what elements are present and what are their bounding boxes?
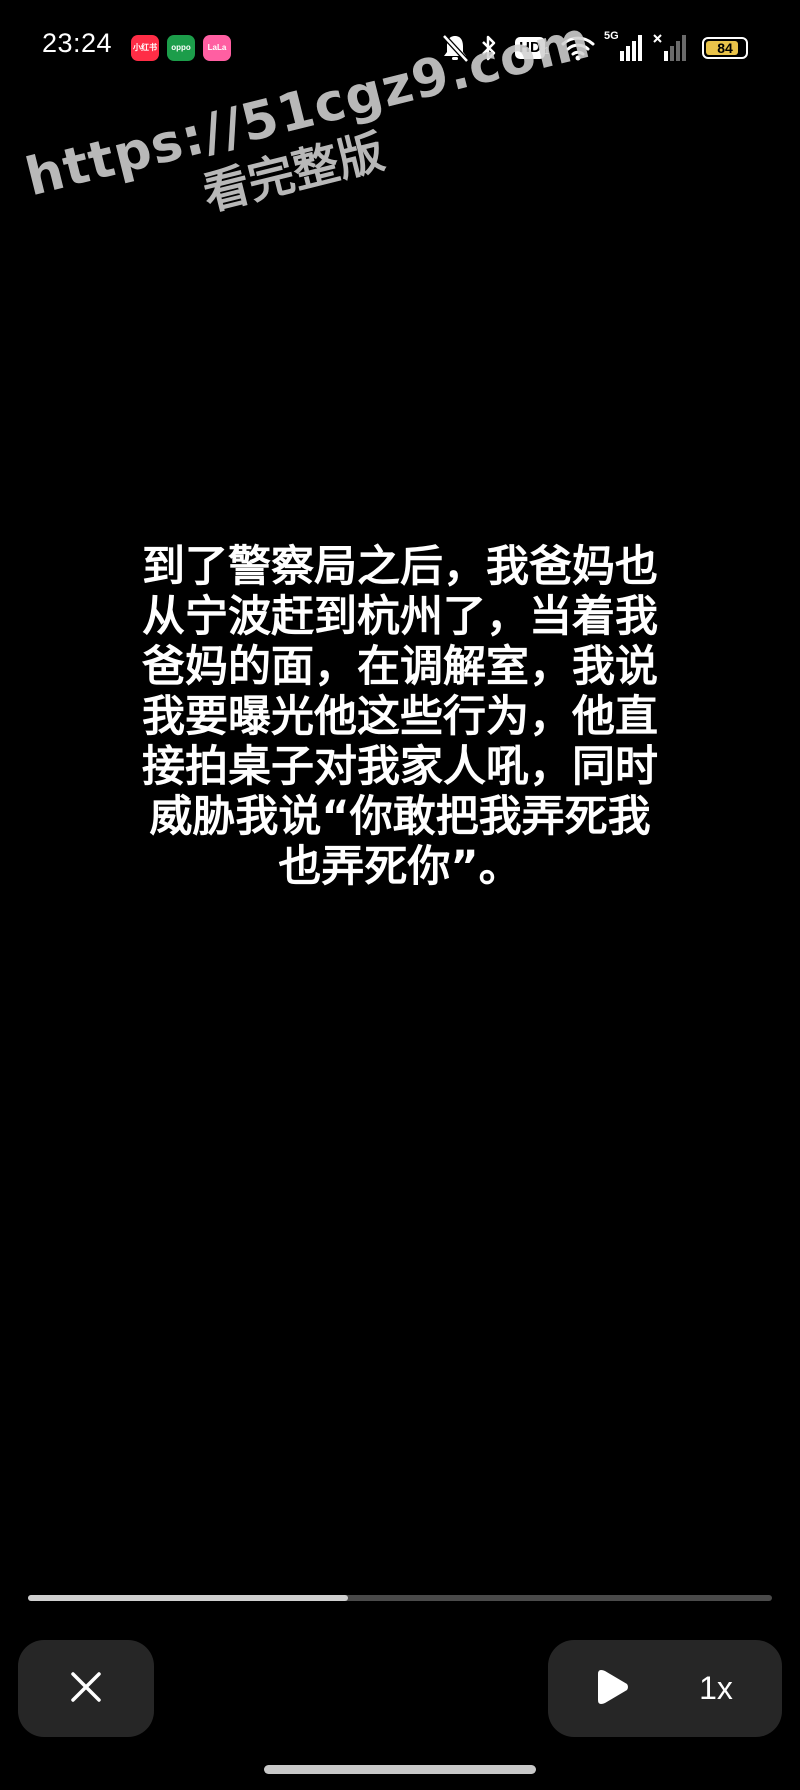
battery-level: 84 (717, 40, 733, 56)
caption-line: 从宁波赶到杭州了，当着我 (142, 592, 658, 642)
progress-bar[interactable] (28, 1595, 772, 1601)
battery-body: 84 (702, 37, 748, 59)
network-type-label: 5G (604, 30, 619, 42)
play-icon (595, 1667, 631, 1711)
app-badge-oppo: oppo (167, 35, 195, 61)
app-badge-xiaohongshu: 小红书 (131, 35, 159, 61)
caption-line: 接拍桌子对我家人吼，同时 (142, 742, 658, 792)
signal-5g-icon: 5G (604, 30, 644, 64)
caption-line: 爸妈的面，在调解室，我说 (142, 642, 658, 692)
home-indicator[interactable] (264, 1765, 536, 1774)
app-badge-lala: LaLa (203, 35, 231, 61)
battery-icon: 84 (698, 32, 752, 64)
progress-fill (28, 1595, 348, 1601)
playback-controls: 1x (548, 1640, 782, 1737)
close-icon (69, 1670, 103, 1708)
playback-speed-button[interactable]: 1x (686, 1662, 746, 1714)
status-time: 23:24 (42, 28, 113, 58)
caption-line: 威胁我说“你敢把我弄死我 (149, 792, 651, 842)
caption-text: 到了警察局之后，我爸妈也 从宁波赶到杭州了，当着我 爸妈的面，在调解室，我说 我… (80, 542, 720, 892)
caption-line: 到了警察局之后，我爸妈也 (142, 542, 658, 592)
signal-no-service-icon (652, 32, 690, 64)
close-button[interactable] (18, 1640, 154, 1737)
caption-line: 也弄死你”。 (278, 842, 522, 892)
play-button[interactable] (588, 1664, 638, 1714)
caption-line: 我要曝光他这些行为，他直 (142, 692, 658, 742)
